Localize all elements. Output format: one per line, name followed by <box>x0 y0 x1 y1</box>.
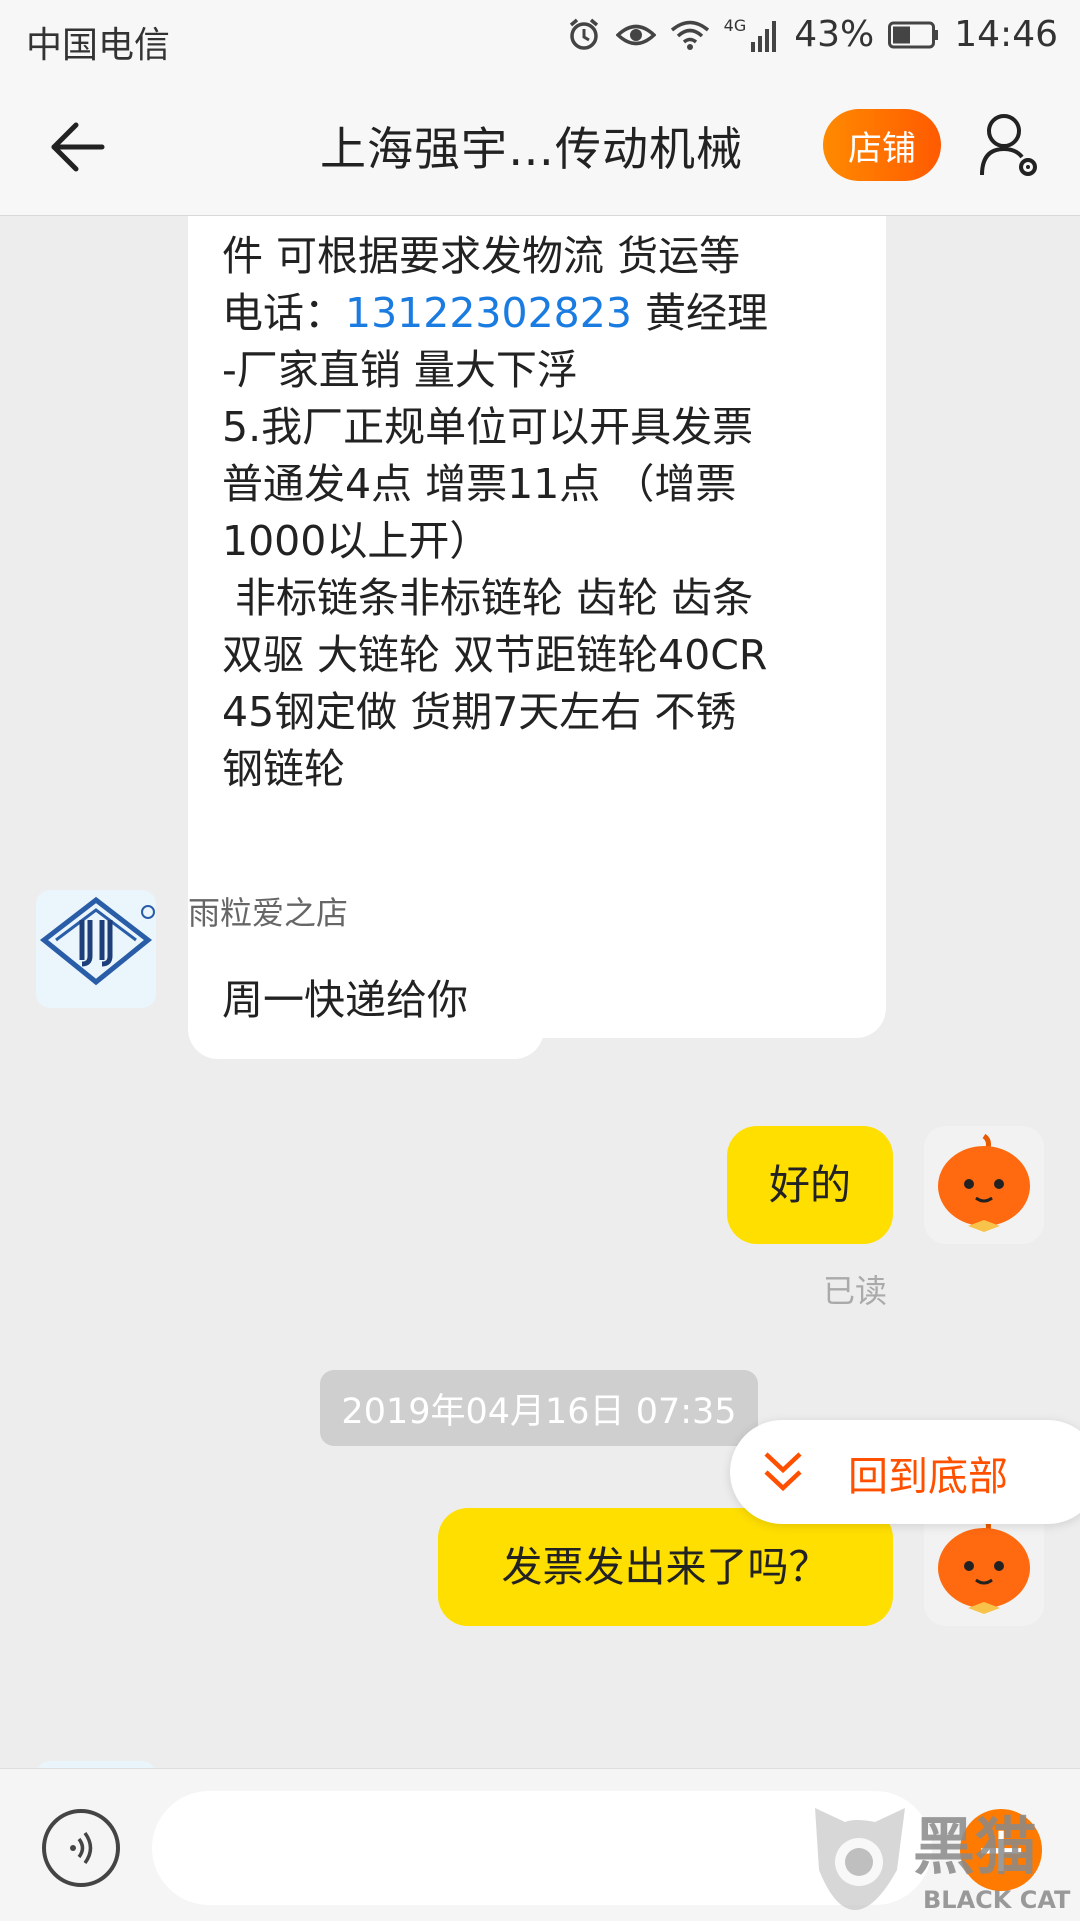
page-title: 上海强宇…传动机械 <box>320 122 743 176</box>
status-bar: 中国电信 4G 43% 14:46 <box>0 0 1080 75</box>
message-line: 普通发4点 增票11点 （增票 <box>222 460 737 508</box>
phone-number-link[interactable]: 13122302823 <box>345 289 632 337</box>
alarm-icon <box>569 18 598 50</box>
my-message-bubble: 好的 <box>727 1126 893 1244</box>
message-line: 双驱 大链轮 双节距链轮40CR <box>222 631 768 679</box>
message-line: 非标链条非标链轮 齿轮 齿条 <box>222 574 754 622</box>
message-line: -厂家直销 量大下浮 <box>222 346 578 394</box>
shop-button[interactable]: 店铺 <box>823 109 941 181</box>
signal-icon <box>751 20 777 52</box>
message-line: 45钢定做 货期7天左右 不锈 <box>222 688 737 736</box>
message-line: 钢链轮 <box>222 745 345 793</box>
profile-settings-icon[interactable] <box>978 111 1040 179</box>
watermark-brand: 黑猫 <box>913 1810 1037 1883</box>
pumpkin-mascot-icon <box>924 1508 1044 1626</box>
eye-icon <box>615 24 656 45</box>
read-status: 已读 <box>823 1272 888 1310</box>
my-avatar[interactable] <box>924 1126 1044 1244</box>
my-message-text: 好的 <box>769 1160 851 1209</box>
my-message-bubble: 发票发出来了吗？ <box>438 1508 893 1626</box>
message-line: 1000以上开） <box>222 517 491 565</box>
shop-reply-text: 周一快递给你 <box>222 975 468 1024</box>
chat-header: 上海强宇…传动机械 店铺 <box>0 75 1080 216</box>
my-message-text: 发票发出来了吗？ <box>501 1542 830 1591</box>
carrier-label: 中国电信 <box>26 25 171 66</box>
wifi-icon <box>670 20 709 50</box>
my-avatar[interactable] <box>924 1508 1044 1626</box>
scroll-to-bottom-button[interactable]: 回到底部 <box>730 1420 1080 1524</box>
message-line: 电话：13122302823 黄经理 <box>222 285 856 342</box>
phone-label: 电话： <box>222 289 345 337</box>
watermark-brand-en: BLACK CAT <box>923 1886 1071 1914</box>
voice-icon <box>70 1831 93 1865</box>
status-icons: 4G 43% 14:46 <box>566 14 1058 55</box>
shop-avatar[interactable] <box>36 1761 156 1768</box>
contact-name: 黄经理 <box>631 289 768 337</box>
message-timestamp: 2019年04月16日 07:35 <box>320 1370 758 1446</box>
battery-icon <box>888 21 939 48</box>
black-cat-watermark-logo: 黑猫 BLACK CAT <box>815 1808 1071 1914</box>
back-arrow-icon[interactable] <box>48 117 108 177</box>
scroll-to-bottom-label: 回到底部 <box>848 1454 1008 1500</box>
double-chevron-down-icon <box>764 1452 802 1492</box>
chat-area[interactable]: 件 可根据要求发物流 货运等 电话：13122302823 黄经理 -厂家直销 … <box>0 216 1080 1768</box>
clock: 14:46 <box>954 14 1058 55</box>
message-line: 5.我厂正规单位可以开具发票 <box>222 403 754 451</box>
pumpkin-mascot-icon <box>924 1126 1044 1244</box>
message-line: 件 可根据要求发物流 货运等 <box>222 232 741 280</box>
sender-name: 雨粒爱之店 <box>188 1759 348 1768</box>
shop-reply-bubble: 周一快递给你 <box>188 941 544 1059</box>
network-type: 4G <box>723 16 747 35</box>
shop-avatar[interactable] <box>36 890 156 1008</box>
battery-percent: 43% <box>794 14 875 55</box>
shop-logo-icon <box>36 890 156 1008</box>
sender-name: 雨粒爱之店 <box>188 894 349 932</box>
voice-input-button[interactable] <box>42 1809 120 1887</box>
